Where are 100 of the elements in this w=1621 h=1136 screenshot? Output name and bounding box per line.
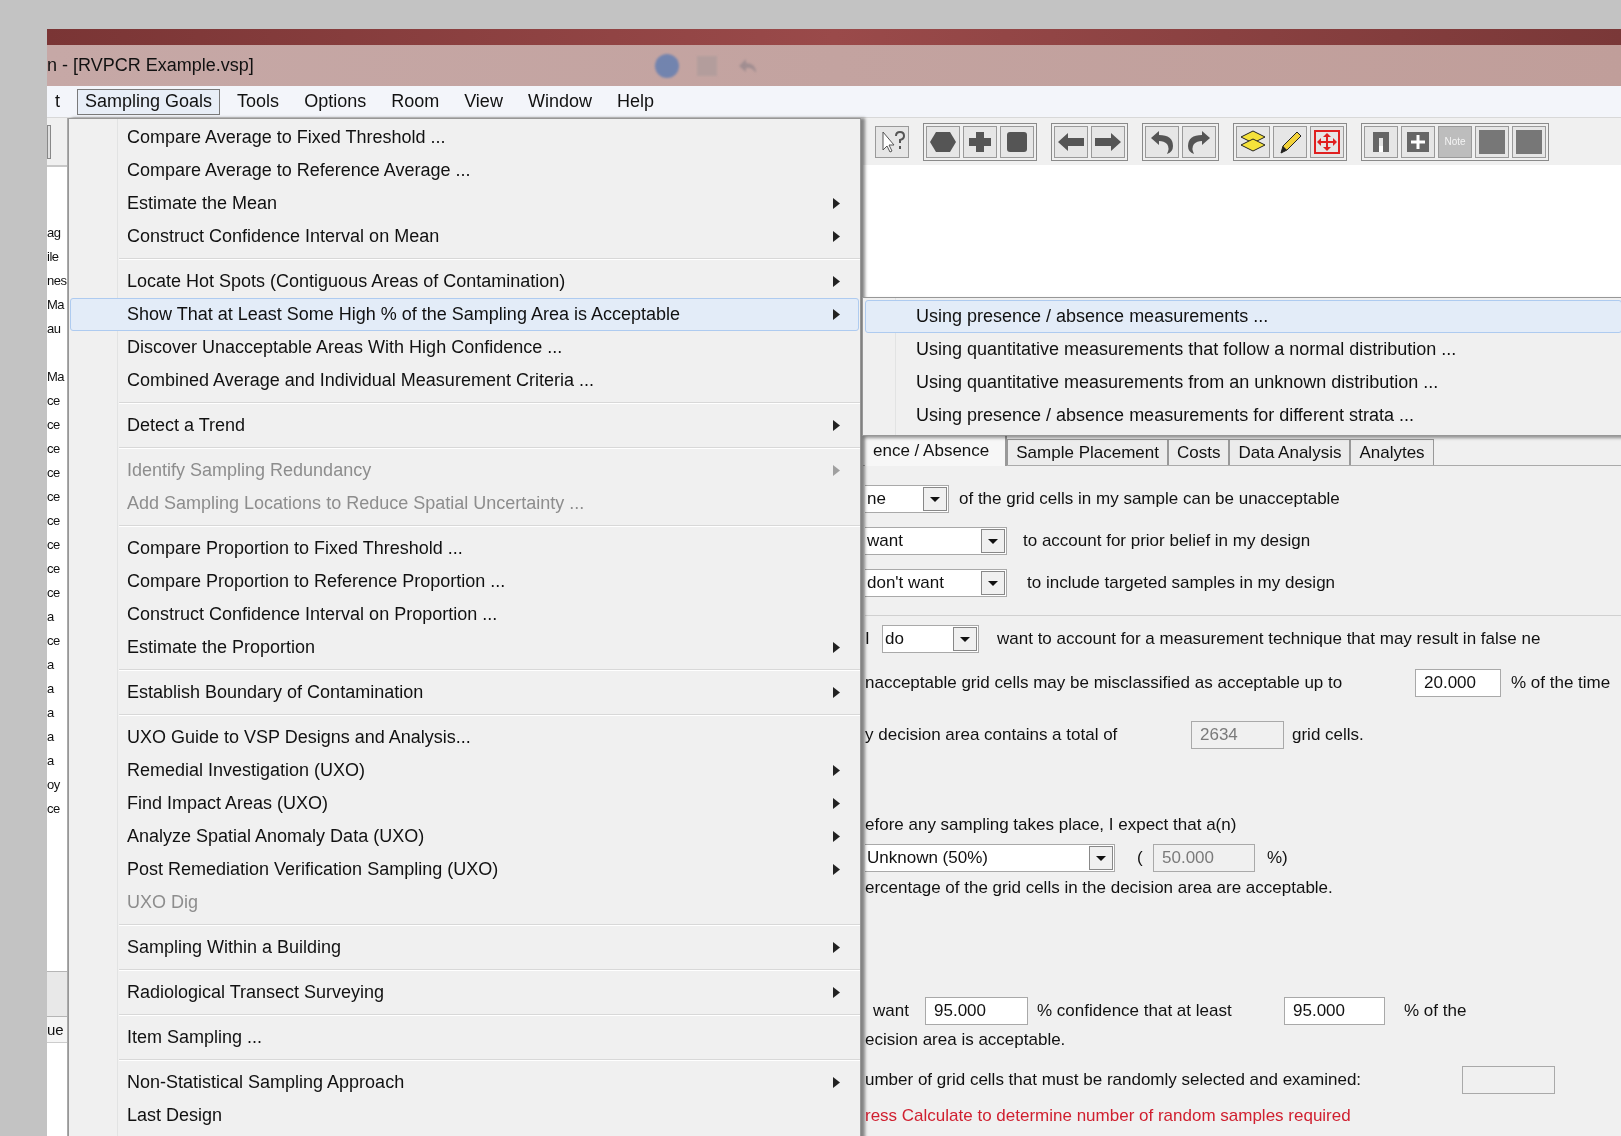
arrow-left-icon[interactable]: [1054, 125, 1088, 158]
list-item-text: ag: [47, 224, 61, 242]
dropdown[interactable]: want: [865, 527, 1007, 555]
menu-item[interactable]: Show That at Least Some High % of the Sampling Area is Acceptable: [70, 298, 859, 331]
submenu-arrow-icon: [833, 231, 840, 242]
menu-item[interactable]: Item Sampling ...: [70, 1021, 859, 1054]
layers-icon[interactable]: [1236, 125, 1270, 158]
menu-item[interactable]: Compare Average to Fixed Threshold ...: [70, 121, 859, 154]
dropdown[interactable]: don't want: [865, 569, 1007, 597]
menu-item[interactable]: Post Remediation Verification Sampling (UXO): [70, 853, 859, 886]
submenu-arrow-icon: [833, 465, 840, 476]
label: grid cells.: [1292, 724, 1364, 747]
menu-bar-item[interactable]: Room: [383, 88, 448, 115]
menu-bar-item[interactable]: View: [456, 88, 511, 115]
menu-bar-item[interactable]: Tools: [229, 88, 288, 115]
square-icon[interactable]: [1000, 125, 1034, 158]
label: nacceptable grid cells may be misclassified as acceptable up to: [865, 672, 1344, 695]
plus-icon[interactable]: [963, 125, 997, 158]
input-field[interactable]: 95.000: [1284, 997, 1385, 1025]
list-item-text: ile: [47, 248, 59, 266]
status-message: ress Calculate to determine number of random samples required: [865, 1105, 1351, 1128]
menu-bar-item[interactable]: Window: [519, 88, 600, 115]
submenu-arrow-icon: [833, 276, 840, 287]
tab[interactable]: Data Analysis: [1229, 439, 1351, 465]
arrow-right-icon[interactable]: [1091, 125, 1125, 158]
list-item-text: ce: [47, 392, 60, 410]
submenu-arrow-icon: [833, 1077, 840, 1088]
dropdown[interactable]: ne: [865, 485, 949, 513]
move-icon[interactable]: [1310, 125, 1344, 158]
input-field[interactable]: 95.000: [925, 997, 1028, 1025]
menu-item[interactable]: Compare Proportion to Fixed Threshold ...: [70, 532, 859, 565]
grid-icon[interactable]: [1401, 125, 1435, 158]
undo-icon[interactable]: [1145, 125, 1179, 158]
menu-item[interactable]: Using quantitative measurements from an unknown distribution ...: [865, 366, 1621, 399]
label: of the grid cells in my sample can be unacceptable: [959, 488, 1340, 511]
label: to include targeted samples in my design: [1027, 572, 1336, 595]
menu-item[interactable]: Last Design: [70, 1099, 859, 1132]
submenu-arrow-icon: [833, 642, 840, 653]
help-cursor-icon[interactable]: [875, 125, 909, 158]
redo-icon[interactable]: [1182, 125, 1216, 158]
menu-item[interactable]: Using presence / absence measurements ...: [865, 300, 1621, 333]
square-icon[interactable]: [1475, 125, 1509, 158]
label: % confidence that at least: [1037, 1000, 1233, 1023]
list-item-text: ce: [47, 536, 60, 554]
menu-item[interactable]: Using presence / absence measurements for different strata ...: [865, 399, 1621, 432]
submenu-arrow-icon: [833, 198, 840, 209]
tab[interactable]: ence / Absence: [865, 436, 1008, 466]
menu-bar-item[interactable]: Help: [608, 88, 662, 115]
menu-bar-item[interactable]: Sampling Goals: [77, 88, 221, 115]
list-item-text: a: [47, 752, 54, 770]
list-item-text: a: [47, 704, 54, 722]
menu-item[interactable]: Compare Proportion to Reference Proportion ...: [70, 565, 859, 598]
menu-item[interactable]: Using quantitative measurements that follow a normal distribution ...: [865, 333, 1621, 366]
tab[interactable]: Analytes: [1350, 439, 1434, 465]
menu-item[interactable]: UXO Guide to VSP Designs and Analysis...: [70, 721, 859, 754]
menu-item[interactable]: Construct Confidence Interval on Mean: [70, 220, 859, 253]
list-item-text: ce: [47, 632, 60, 650]
label: %): [1267, 847, 1288, 870]
dropdown[interactable]: Unknown (50%): [865, 844, 1115, 872]
menu-bar-item[interactable]: Options: [296, 88, 375, 115]
list-item-text: a: [47, 656, 54, 674]
input-field[interactable]: 20.000: [1415, 669, 1501, 697]
menu-item[interactable]: Discover Unacceptable Areas With High Confidence ...: [70, 331, 859, 364]
label: % of the time: [1511, 672, 1611, 695]
pencil-icon[interactable]: [1273, 125, 1307, 158]
menu-item[interactable]: Combined Average and Individual Measurement Criteria ...: [70, 364, 859, 397]
window-title: n - [RVPCR Example.vsp]: [47, 54, 254, 77]
menu-item[interactable]: Non-Statistical Sampling Approach: [70, 1066, 859, 1099]
menu-item[interactable]: Estimate the Mean: [70, 187, 859, 220]
menu-item[interactable]: Detect a Trend: [70, 409, 859, 442]
dropdown[interactable]: do: [883, 625, 979, 653]
bracket-icon[interactable]: [1364, 125, 1398, 158]
menu-item[interactable]: Remedial Investigation (UXO): [70, 754, 859, 787]
list-item-text: a: [47, 728, 54, 746]
list-item-text: ce: [47, 416, 60, 434]
label: y decision area contains a total of: [865, 724, 1119, 747]
menu-item[interactable]: Sampling Within a Building: [70, 931, 859, 964]
menu-item[interactable]: Locate Hot Spots (Contiguous Areas of Contamination): [70, 265, 859, 298]
menu-item[interactable]: Establish Boundary of Contamination: [70, 676, 859, 709]
menu-item[interactable]: Radiological Transect Surveying: [70, 976, 859, 1009]
menu-item[interactable]: Estimate the Proportion: [70, 631, 859, 664]
tab[interactable]: Sample Placement: [1007, 439, 1168, 465]
submenu-arrow-icon: [833, 798, 840, 809]
list-item-text: ce: [47, 560, 60, 578]
label: % of the: [1404, 1000, 1467, 1023]
list-item-text: Ma: [47, 296, 65, 314]
menu-item[interactable]: Construct Confidence Interval on Proportion ...: [70, 598, 859, 631]
menu-bar-item[interactable]: t: [47, 88, 68, 115]
tab[interactable]: Costs: [1167, 439, 1230, 465]
submenu-arrow-icon: [833, 765, 840, 776]
list-item-text: ce: [47, 800, 60, 818]
square-icon[interactable]: [1512, 125, 1546, 158]
submenu-arrow-icon: [833, 987, 840, 998]
submenu-arrow-icon: [833, 864, 840, 875]
submenu-arrow-icon: [833, 309, 840, 320]
menu-item[interactable]: Compare Average to Reference Average ...: [70, 154, 859, 187]
menu-item[interactable]: Analyze Spatial Anomaly Data (UXO): [70, 820, 859, 853]
label: want: [872, 1000, 910, 1023]
submenu-arrow-icon: [833, 687, 840, 698]
menu-item[interactable]: Find Impact Areas (UXO): [70, 787, 859, 820]
